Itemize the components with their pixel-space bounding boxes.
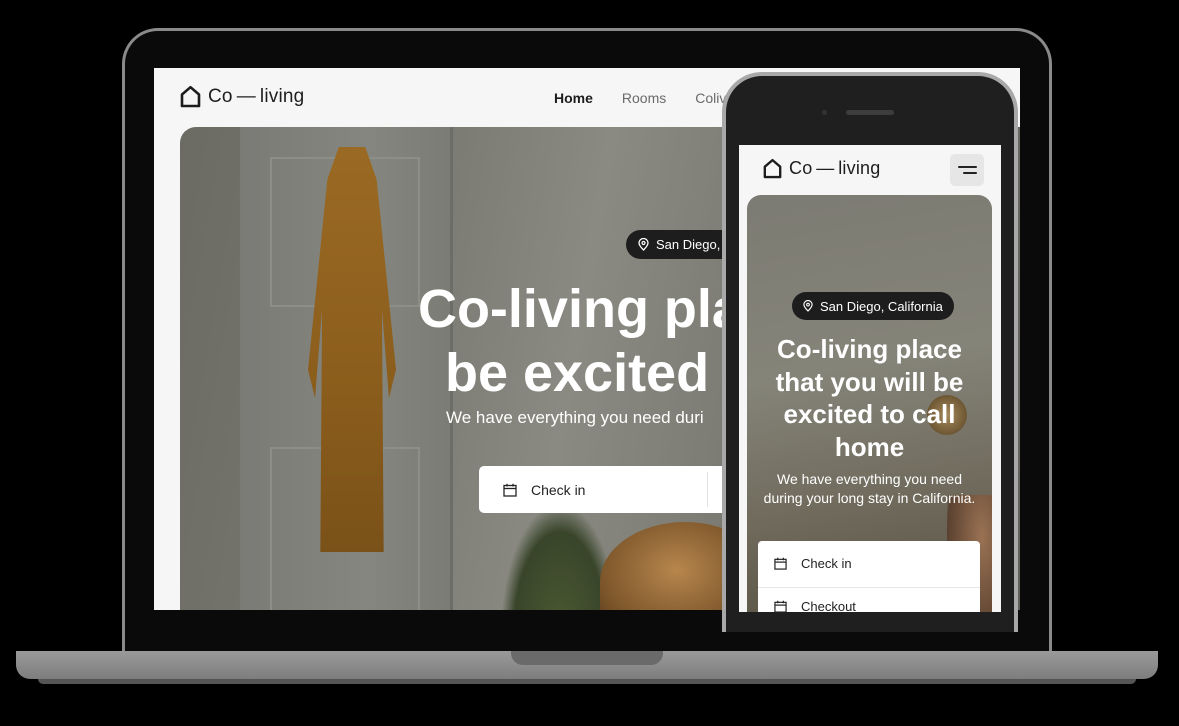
mobile-site: Co — living San Diego, California Co-liv… xyxy=(739,145,1001,612)
mobile-subtitle-line-2: during your long stay in California. xyxy=(763,490,976,506)
house-icon xyxy=(180,85,201,108)
calendar-icon xyxy=(503,483,517,497)
phone-frame: Co — living San Diego, California Co-liv… xyxy=(722,72,1018,632)
mobile-checkin-label: Check in xyxy=(801,556,852,571)
hamburger-menu-icon[interactable] xyxy=(950,154,984,186)
field-divider xyxy=(758,587,980,588)
mobile-booking-card: Check in Checkout xyxy=(758,541,980,612)
location-pin-icon xyxy=(638,238,649,251)
mobile-checkout-label: Checkout xyxy=(801,599,856,612)
mobile-checkout-field[interactable]: Checkout xyxy=(774,599,856,612)
mobile-title-line-4: home xyxy=(834,431,905,462)
mobile-checkin-field[interactable]: Check in xyxy=(774,556,852,571)
house-icon xyxy=(763,158,782,179)
calendar-icon xyxy=(774,557,787,570)
mobile-subtitle-line-1: We have everything you need xyxy=(777,471,962,487)
location-pin-icon xyxy=(803,300,813,312)
mobile-location-badge: San Diego, California xyxy=(792,292,954,320)
mobile-location-text: San Diego, California xyxy=(820,298,943,314)
calendar-icon xyxy=(774,600,787,612)
field-divider xyxy=(707,472,708,507)
phone-camera xyxy=(822,110,827,115)
phone-speaker xyxy=(846,110,894,115)
logo-text: Co — living xyxy=(789,158,881,178)
checkin-label: Check in xyxy=(531,481,586,498)
mobile-hero-subtitle: We have everything you need during your … xyxy=(747,470,992,508)
laptop-base-edge xyxy=(38,679,1136,684)
mobile-hero-title: Co-living place that you will be excited… xyxy=(747,333,992,463)
nav-link-rooms[interactable]: Rooms xyxy=(622,90,666,106)
mobile-hero: San Diego, California Co-living place th… xyxy=(747,195,992,612)
mobile-logo[interactable]: Co — living xyxy=(763,158,880,179)
mobile-title-line-2: that you will be xyxy=(775,366,964,397)
mobile-title-line-1: Co-living place xyxy=(777,334,962,364)
desktop-logo[interactable]: Co — living xyxy=(180,85,304,108)
checkin-field[interactable]: Check in xyxy=(503,482,585,498)
laptop-notch xyxy=(511,651,663,665)
logo-text: Co — living xyxy=(208,85,305,107)
desktop-nav-links: Home Rooms Colivin xyxy=(554,90,737,106)
nav-link-home[interactable]: Home xyxy=(554,90,593,106)
mobile-title-line-3: excited to call xyxy=(783,399,956,429)
